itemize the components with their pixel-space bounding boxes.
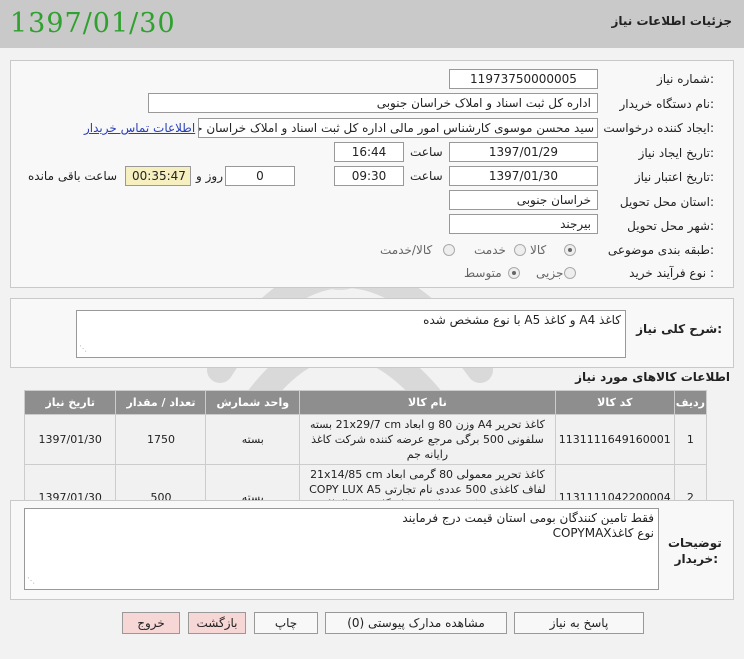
- created-date-label: تاریخ ایجاد نیاز:: [638, 146, 714, 160]
- category-option-both-radio[interactable]: [443, 244, 455, 256]
- province-label: استان محل تحویل:: [619, 195, 714, 209]
- summary-text: کاغذ A4 و کاغذ A5 با نوع مشخص شده: [423, 313, 621, 327]
- process-type-label: نوع فرآیند خرید :: [629, 266, 714, 280]
- valid-date-label: تاریخ اعتبار نیاز:: [634, 170, 714, 184]
- big-date: 1397/01/30: [10, 8, 176, 39]
- city-label: شهر محل تحویل:: [627, 219, 714, 233]
- date-cell: 1397/01/30: [23, 414, 117, 465]
- page-title: جزئیات اطلاعات نیاز: [611, 14, 732, 28]
- days-label: روز و: [196, 169, 223, 183]
- code-cell: 1131111649160001: [554, 414, 675, 465]
- remaining-time-field: 00:35:47: [125, 166, 191, 186]
- valid-time-label: ساعت: [410, 169, 443, 183]
- view-attachments-button[interactable]: مشاهده مدارک پیوستی (0): [325, 612, 507, 634]
- resize-grip-icon[interactable]: ⋰: [27, 573, 35, 588]
- reply-button[interactable]: پاسخ به نیاز: [514, 612, 644, 634]
- summary-textarea: کاغذ A4 و کاغذ A5 با نوع مشخص شده ⋰: [76, 310, 626, 358]
- created-time-label: ساعت: [410, 145, 443, 159]
- notes-label: توضیحات خریدار:: [668, 536, 722, 566]
- resize-grip-icon[interactable]: ⋰: [79, 341, 87, 356]
- quantity-cell: 1750: [115, 414, 207, 465]
- summary-label: شرح کلی نیاز:: [636, 322, 722, 336]
- col-header-row-number: ردیف: [673, 390, 708, 415]
- created-time-field: 16:44: [334, 142, 404, 162]
- category-label: طبقه بندی موضوعی:: [607, 243, 714, 257]
- goods-table-header-row: ردیف کد کالا نام کالا واحد شمارش تعداد /…: [23, 390, 708, 415]
- category-option-service-radio[interactable]: [514, 244, 526, 256]
- valid-date-field: 1397/01/30: [449, 166, 598, 186]
- process-option-medium-label: متوسط: [464, 266, 502, 280]
- buyer-label: نام دستگاه خریدار:: [619, 97, 715, 111]
- created-date-field: 1397/01/29: [449, 142, 598, 162]
- goods-section-title: اطلاعات کالاهای مورد نیاز: [575, 370, 730, 384]
- name-cell: کاغذ تحریر A4 وزن 80 g ابعاد 21x29/7 cm …: [299, 414, 556, 465]
- need-number-label: شماره نیاز:: [656, 72, 714, 86]
- notes-textarea: فقط تامین کنندگان بومی استان قیمت درج فر…: [24, 508, 659, 590]
- header-bar: 1397/01/30 جزئیات اطلاعات نیاز: [0, 0, 744, 48]
- col-header-name: نام کالا: [299, 390, 556, 415]
- remaining-label: ساعت باقی مانده: [28, 169, 118, 183]
- print-button[interactable]: چاپ: [254, 612, 318, 634]
- process-option-minor-radio[interactable]: [564, 267, 576, 279]
- row-number-cell: 1: [673, 414, 708, 465]
- unit-cell: بسته: [205, 414, 301, 465]
- notes-line-2: نوع کاغذCOPYMAX: [552, 526, 654, 540]
- category-option-goods-label: کالا: [530, 243, 547, 257]
- need-number-field: 11973750000005: [449, 69, 598, 89]
- category-option-both-label: کالا/خدمت: [380, 243, 433, 257]
- creator-field: سید محسن موسوی کارشناس امور مالی اداره ک…: [198, 118, 598, 138]
- process-option-medium-radio[interactable]: [508, 267, 520, 279]
- col-header-code: کد کالا: [554, 390, 675, 415]
- days-field: 0: [225, 166, 295, 186]
- creator-label: ایجاد کننده درخواست:: [603, 121, 714, 135]
- col-header-quantity: تعداد / مقدار: [115, 390, 207, 415]
- category-option-goods-radio[interactable]: [564, 244, 576, 256]
- buyer-field: اداره کل ثبت اسناد و املاک خراسان جنوبی: [148, 93, 598, 113]
- col-header-date: تاریخ نیاز: [23, 390, 117, 415]
- contact-buyer-link[interactable]: اطلاعات تماس خریدار: [84, 121, 195, 135]
- exit-button[interactable]: خروج: [122, 612, 180, 634]
- valid-time-field: 09:30: [334, 166, 404, 186]
- category-option-service-label: خدمت: [474, 243, 506, 257]
- back-button[interactable]: بازگشت: [188, 612, 246, 634]
- city-field: بیرجند: [449, 214, 598, 234]
- process-option-minor-label: جزیی: [536, 266, 564, 280]
- notes-line-1: فقط تامین کنندگان بومی استان قیمت درج فر…: [402, 511, 654, 525]
- table-row: 1 1131111649160001 کاغذ تحریر A4 وزن 80 …: [23, 414, 708, 465]
- col-header-unit: واحد شمارش: [205, 390, 301, 415]
- province-field: خراسان جنوبی: [449, 190, 598, 210]
